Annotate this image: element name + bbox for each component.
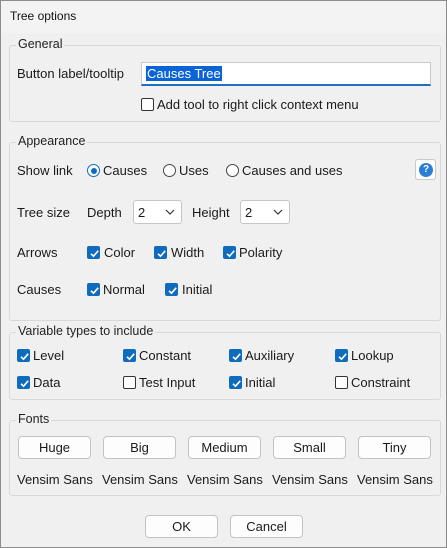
var-auxiliary-label: Auxiliary <box>245 348 295 363</box>
var-test-input-checkbox[interactable] <box>123 376 136 389</box>
checkmark-icon <box>20 380 29 388</box>
var-level-checkbox[interactable] <box>17 349 30 362</box>
height-select[interactable]: 2 <box>240 200 290 224</box>
help-button[interactable]: ? <box>415 159 436 180</box>
show-link-causes-and-uses-label: Causes and uses <box>242 163 343 178</box>
tree-options-dialog: Tree options General Button label/toolti… <box>0 0 447 548</box>
chevron-down-icon <box>165 209 175 215</box>
cancel-button[interactable]: Cancel <box>230 515 303 538</box>
font-medium-name: Vensim Sans <box>187 472 263 487</box>
fonts-group-title: Fonts <box>16 412 52 426</box>
var-auxiliary-checkbox[interactable] <box>229 349 242 362</box>
var-constraint-checkbox[interactable] <box>335 376 348 389</box>
arrows-polarity-label: Polarity <box>239 245 283 260</box>
causes-initial-checkbox[interactable] <box>165 283 178 296</box>
causes-normal-label: Normal <box>103 282 145 297</box>
causes-initial-label: Initial <box>182 282 213 297</box>
window-title: Tree options <box>10 9 77 23</box>
causes-label: Causes <box>17 282 62 297</box>
depth-select[interactable]: 2 <box>133 200 182 224</box>
font-huge-button[interactable]: Huge <box>18 436 91 459</box>
var-constant-label: Constant <box>139 348 192 363</box>
var-test-input-label: Test Input <box>139 375 196 390</box>
show-link-causes-label: Causes <box>103 163 148 178</box>
arrows-width-checkbox[interactable] <box>154 246 167 259</box>
checkmark-icon <box>90 287 99 295</box>
general-group-title: General <box>16 37 65 51</box>
title-bar: Tree options <box>1 1 446 33</box>
checkmark-icon <box>226 250 235 258</box>
font-tiny-button[interactable]: Tiny <box>358 436 431 459</box>
font-small-name: Vensim Sans <box>272 472 348 487</box>
var-data-checkbox[interactable] <box>17 376 30 389</box>
var-data-label: Data <box>33 375 61 390</box>
var-constant-checkbox[interactable] <box>123 349 136 362</box>
variable-types-group-title: Variable types to include <box>16 324 156 338</box>
var-initial-label: Initial <box>245 375 276 390</box>
checkmark-icon <box>338 353 347 361</box>
chevron-down-icon <box>273 209 283 215</box>
depth-value: 2 <box>138 205 146 220</box>
causes-normal-checkbox[interactable] <box>87 283 100 296</box>
font-big-button[interactable]: Big <box>103 436 176 459</box>
depth-label: Depth <box>87 205 122 220</box>
add-tool-label: Add tool to right click context menu <box>157 97 359 112</box>
font-tiny-name: Vensim Sans <box>357 472 433 487</box>
checkmark-icon <box>126 353 135 361</box>
var-initial-checkbox[interactable] <box>229 376 242 389</box>
show-link-uses-label: Uses <box>179 163 209 178</box>
checkmark-icon <box>232 380 241 388</box>
height-label: Height <box>192 205 230 220</box>
checkmark-icon <box>90 250 99 258</box>
var-lookup-label: Lookup <box>351 348 394 363</box>
checkmark-icon <box>168 287 177 295</box>
arrows-color-checkbox[interactable] <box>87 246 100 259</box>
var-level-label: Level <box>33 348 65 363</box>
show-link-uses-radio[interactable] <box>163 164 176 177</box>
arrows-label: Arrows <box>17 245 58 260</box>
button-label-input[interactable]: Causes Tree <box>141 62 431 86</box>
var-lookup-checkbox[interactable] <box>335 349 348 362</box>
tree-size-label: Tree size <box>17 205 70 220</box>
button-label-value: Causes Tree <box>146 66 222 81</box>
checkmark-icon <box>232 353 241 361</box>
button-label-caption: Button label/tooltip <box>17 66 124 81</box>
add-tool-checkbox[interactable] <box>141 98 154 111</box>
show-link-label: Show link <box>17 163 73 178</box>
font-big-name: Vensim Sans <box>102 472 178 487</box>
appearance-group: Appearance <box>9 134 441 321</box>
var-constraint-label: Constraint <box>351 375 411 390</box>
help-icon: ? <box>419 163 433 177</box>
arrows-width-label: Width <box>171 245 205 260</box>
arrows-polarity-checkbox[interactable] <box>223 246 236 259</box>
show-link-causes-and-uses-radio[interactable] <box>226 164 239 177</box>
appearance-group-title: Appearance <box>16 134 88 148</box>
show-link-causes-radio[interactable] <box>87 164 100 177</box>
font-small-button[interactable]: Small <box>273 436 346 459</box>
height-value: 2 <box>245 205 253 220</box>
checkmark-icon <box>20 353 29 361</box>
arrows-color-label: Color <box>104 245 136 260</box>
font-medium-button[interactable]: Medium <box>188 436 261 459</box>
font-huge-name: Vensim Sans <box>17 472 93 487</box>
ok-button[interactable]: OK <box>145 515 218 538</box>
checkmark-icon <box>157 250 166 258</box>
